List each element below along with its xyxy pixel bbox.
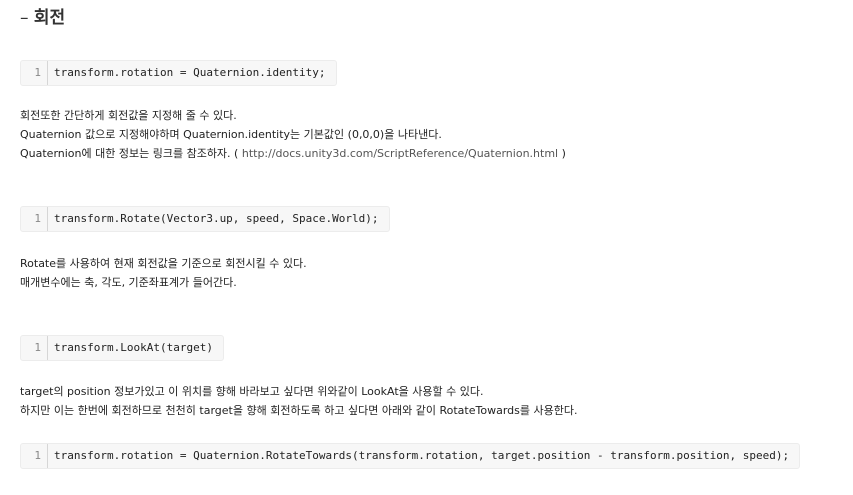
section-heading: – 회전 bbox=[20, 6, 65, 30]
line-number: 1 bbox=[21, 207, 48, 231]
line-number: 1 bbox=[21, 61, 48, 85]
line-number: 1 bbox=[21, 444, 48, 468]
paragraph-line: target의 position 정보가있고 이 위치를 향해 바라보고 싶다면… bbox=[20, 385, 484, 398]
paragraph-text: Quaternion에 대한 정보는 링크를 참조하자. ( bbox=[20, 147, 242, 160]
paragraph-rotate: Rotate를 사용하여 현재 회전값을 기준으로 회전시킬 수 있다. 매개변… bbox=[20, 254, 307, 292]
code-line: transform.rotation = Quaternion.identity… bbox=[54, 66, 326, 79]
heading-dash: – bbox=[20, 8, 34, 28]
code-block-rotate: 1 transform.Rotate(Vector3.up, speed, Sp… bbox=[20, 206, 390, 232]
paragraph-quaternion: 회전또한 간단하게 회전값을 지정해 줄 수 있다. Quaternion 값으… bbox=[20, 106, 566, 163]
code-line: transform.LookAt(target) bbox=[54, 341, 213, 354]
line-number: 1 bbox=[21, 336, 48, 360]
code-block-lookat: 1 transform.LookAt(target) bbox=[20, 335, 224, 361]
reference-link[interactable]: http://docs.unity3d.com/ScriptReference/… bbox=[242, 147, 558, 160]
paragraph-line: 매개변수에는 축, 각도, 기준좌표계가 들어간다. bbox=[20, 276, 237, 289]
paragraph-lookat: target의 position 정보가있고 이 위치를 향해 바라보고 싶다면… bbox=[20, 382, 577, 420]
code-block-rotate-towards: 1 transform.rotation = Quaternion.Rotate… bbox=[20, 443, 801, 469]
code-line: transform.Rotate(Vector3.up, speed, Spac… bbox=[54, 212, 379, 225]
paragraph-line: 회전또한 간단하게 회전값을 지정해 줄 수 있다. bbox=[20, 109, 237, 122]
paragraph-line: Quaternion 값으로 지정해야하며 Quaternion.identit… bbox=[20, 128, 442, 141]
code-line: transform.rotation = Quaternion.RotateTo… bbox=[54, 449, 790, 462]
heading-title: 회전 bbox=[33, 8, 66, 28]
paragraph-line: Rotate를 사용하여 현재 회전값을 기준으로 회전시킬 수 있다. bbox=[20, 257, 307, 270]
paragraph-text: ) bbox=[558, 147, 566, 160]
code-block-quaternion-identity: 1 transform.rotation = Quaternion.identi… bbox=[20, 60, 337, 86]
paragraph-line: 하지만 이는 한번에 회전하므로 천천히 target을 향해 회전하도록 하고… bbox=[20, 404, 578, 417]
paragraph-line: Quaternion에 대한 정보는 링크를 참조하자. ( http://do… bbox=[20, 144, 566, 163]
